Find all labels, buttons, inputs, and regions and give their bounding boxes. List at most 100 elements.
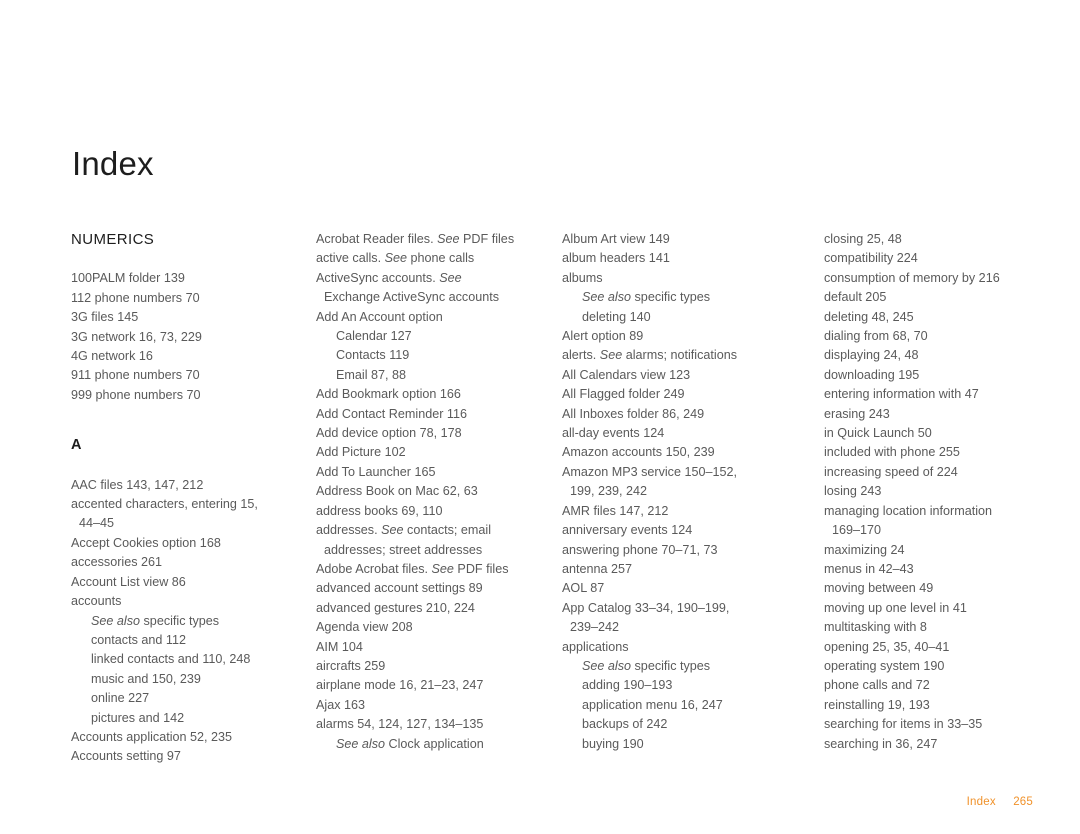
index-sub-entry: contacts and 112 (91, 632, 186, 647)
index-entry: searching for items in 33–35 (824, 717, 983, 732)
index-entry: operating system 190 (824, 658, 945, 673)
index-entry: reinstalling 19, 193 (824, 697, 930, 712)
index-cross-reference: See also specific types (582, 290, 711, 305)
index-entry: managing location information (824, 503, 993, 518)
see-also-italic: See also (336, 736, 386, 751)
index-entry: All Inboxes folder 86, 249 (562, 406, 705, 421)
page-title: Index (72, 145, 154, 183)
index-section-heading: NUMERICS (71, 231, 155, 248)
index-entry: answering phone 70–71, 73 (562, 542, 718, 557)
index-entry: phone calls and 72 (824, 678, 930, 693)
see-italic: See (437, 232, 460, 246)
index-sub-entry: adding 190–193 (582, 678, 673, 693)
index-entry: erasing 243 (824, 406, 890, 421)
index-cross-reference: See also Clock application (336, 736, 484, 751)
index-entry: active calls. See phone calls (316, 251, 475, 266)
index-entry: 112 phone numbers 70 (71, 290, 200, 305)
index-sub-entry: application menu 16, 247 (582, 697, 723, 712)
index-entry: downloading 195 (824, 367, 920, 382)
index-entry: 3G network 16, 73, 229 (71, 329, 202, 344)
index-sub-entry: online 227 (91, 691, 150, 706)
footer-label: Index (966, 796, 996, 808)
index-entry: Adobe Acrobat files. See PDF files (316, 561, 509, 576)
page-footer: Index 265 (967, 796, 1033, 808)
index-entry: opening 25, 35, 40–41 (824, 639, 950, 654)
index-entry: antenna 257 (562, 561, 633, 576)
index-entry: Account List view 86 (71, 574, 186, 589)
see-also-italic: See also (582, 658, 632, 673)
index-entry: maximizing 24 (824, 542, 905, 557)
index-entry-continuation: Exchange ActiveSync accounts (324, 290, 500, 305)
index-entry: AOL 87 (562, 581, 605, 596)
index-sub-entry: deleting 140 (582, 309, 651, 324)
index-sub-entry: music and 150, 239 (91, 671, 201, 686)
index-cross-reference: See also specific types (582, 658, 711, 673)
index-entry: in Quick Launch 50 (824, 426, 932, 441)
index-entry: entering information with 47 (824, 387, 979, 402)
index-entry: airplane mode 16, 21–23, 247 (316, 678, 484, 693)
index-sub-entry: pictures and 142 (91, 710, 185, 725)
index-entry: album headers 141 (562, 251, 670, 266)
index-cross-reference: See also specific types (91, 613, 220, 628)
index-entry: Add Contact Reminder 116 (316, 406, 467, 421)
index-entry: accented characters, entering 15, (71, 497, 258, 512)
index-sub-entry: Calendar 127 (336, 329, 412, 344)
index-sub-entry: Email 87, 88 (336, 367, 407, 382)
index-column-3: Album Art view 149 album headers 141 album… (562, 230, 810, 754)
index-entry: Address Book on Mac 62, 63 (316, 484, 478, 499)
index-entry: Acrobat Reader files. See PDF files (316, 232, 515, 246)
index-entry: 3G files 145 (71, 310, 139, 325)
index-entry: accessories 261 (71, 555, 163, 570)
index-entry: losing 243 (824, 484, 882, 499)
index-entry: all-day events 124 (562, 426, 665, 441)
index-entry: closing 25, 48 (824, 232, 902, 246)
index-entry: searching in 36, 247 (824, 736, 938, 751)
index-entry: multitasking with 8 (824, 620, 927, 635)
index-entry: Agenda view 208 (316, 620, 413, 635)
index-entry-continuation: addresses; street addresses (324, 542, 483, 557)
see-italic: See (431, 561, 454, 576)
index-entry: App Catalog 33–34, 190–199, (562, 600, 730, 615)
index-entry: Accept Cookies option 168 (71, 535, 221, 550)
index-entry: Ajax 163 (316, 697, 366, 712)
index-entry: compatibility 224 (824, 251, 918, 266)
see-italic: See (381, 523, 404, 538)
index-entry-continuation: 169–170 (832, 523, 882, 538)
index-entry: advanced gestures 210, 224 (316, 600, 475, 615)
index-entry: Amazon accounts 150, 239 (562, 445, 715, 460)
index-entry: ActiveSync accounts. See (316, 270, 462, 285)
index-column-2: Acrobat Reader files. See PDF files activ… (316, 230, 554, 754)
index-entry: AAC files 143, 147, 212 (71, 477, 204, 492)
index-entry: consumption of memory by 216 (824, 270, 1000, 285)
index-entry: 999 phone numbers 70 (71, 387, 201, 402)
index-entry: anniversary events 124 (562, 523, 693, 538)
index-sub-entry: buying 190 (582, 736, 644, 751)
index-entry-continuation: 239–242 (570, 620, 620, 635)
see-italic: See (384, 251, 408, 266)
index-entry: included with phone 255 (824, 445, 960, 460)
index-entry: albums (562, 270, 603, 285)
see-also-italic: See also (582, 290, 632, 305)
index-entry-continuation: 199, 239, 242 (570, 484, 648, 499)
index-entry: alarms 54, 124, 127, 134–135 (316, 717, 484, 732)
index-entry: AMR files 147, 212 (562, 503, 669, 518)
index-entry: aircrafts 259 (316, 658, 386, 673)
index-entry: address books 69, 110 (316, 503, 443, 518)
index-letter-heading: A (71, 437, 82, 454)
see-also-italic: See also (91, 613, 141, 628)
index-entry: default 205 (824, 290, 887, 305)
index-entry: AIM 104 (316, 639, 363, 654)
index-entry: Accounts setting 97 (71, 749, 181, 764)
index-entry: alerts. See alarms; notifications (562, 348, 738, 363)
index-entry: moving up one level in 41 (824, 600, 967, 615)
index-entry: advanced account settings 89 (316, 581, 483, 596)
index-column-4: closing 25, 48 compatibility 224 consumpti… (824, 230, 1024, 754)
footer-page-number: 265 (1013, 796, 1033, 808)
index-entry: displaying 24, 48 (824, 348, 919, 363)
index-entry: Accounts application 52, 235 (71, 729, 233, 744)
index-entry: 911 phone numbers 70 (71, 368, 200, 383)
index-entry: accounts (71, 594, 122, 609)
index-entry: 100PALM folder 139 (71, 271, 185, 286)
index-entry: Add Bookmark option 166 (316, 387, 461, 402)
index-sub-entry: Contacts 119 (336, 348, 410, 363)
